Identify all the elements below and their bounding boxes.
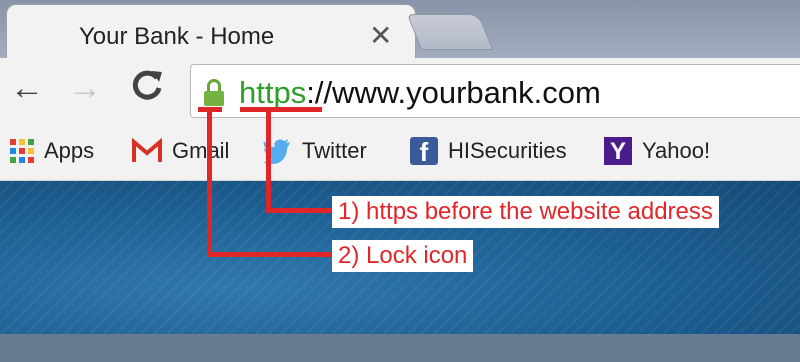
back-arrow-icon[interactable]: ← [10,68,44,108]
bookmark-hisecurities-label: HISecurities [448,138,567,163]
https-underline [240,107,322,112]
https-annotation-label: 1) https before the website address [332,196,719,228]
bookmark-apps[interactable]: Apps [10,134,94,168]
https-callout-horizontal [266,208,332,213]
bookmark-yahoo[interactable]: Y Yahoo! [604,134,710,168]
bookmark-twitter-label: Twitter [302,138,367,163]
url-scheme: https [239,75,307,110]
yahoo-icon: Y [604,137,632,165]
tab-title: Your Bank - Home [79,23,275,50]
bookmark-hisecurities[interactable]: f HISecurities [410,134,567,168]
bookmark-yahoo-label: Yahoo! [642,138,711,163]
lock-icon[interactable] [204,79,224,107]
reload-icon[interactable] [130,68,164,110]
url-host: ://www.yourbank.com [306,75,601,110]
toolbar: ← → https://www.yourbank.com [0,58,800,126]
bookmark-twitter[interactable]: Twitter [262,134,367,168]
gmail-icon [132,138,162,162]
lock-annotation-label: 2) Lock icon [332,240,474,272]
https-callout-vertical [266,107,271,213]
forward-arrow-icon[interactable]: → [68,68,102,108]
close-tab-icon[interactable]: ✕ [369,19,392,52]
facebook-icon: f [410,137,438,167]
tab-strip: Your Bank - Home ✕ [0,0,800,61]
bookmark-apps-label: Apps [44,138,95,163]
page-footer-bar [0,334,800,362]
tab-your-bank-home[interactable]: Your Bank - Home ✕ [6,4,416,61]
url-text[interactable]: https://www.yourbank.com [239,75,601,111]
lock-callout-horizontal [207,252,331,257]
bookmarks-bar: Apps Gmail Twitter f HISecurities Y Yaho… [0,126,800,181]
bookmark-gmail-label: Gmail [172,138,230,163]
apps-grid-icon [10,139,34,163]
lock-body [204,91,224,106]
new-tab-button[interactable] [406,14,494,50]
reload-glyph [132,70,162,100]
lock-callout-vertical [207,107,212,257]
bookmark-gmail[interactable]: Gmail [132,134,229,168]
